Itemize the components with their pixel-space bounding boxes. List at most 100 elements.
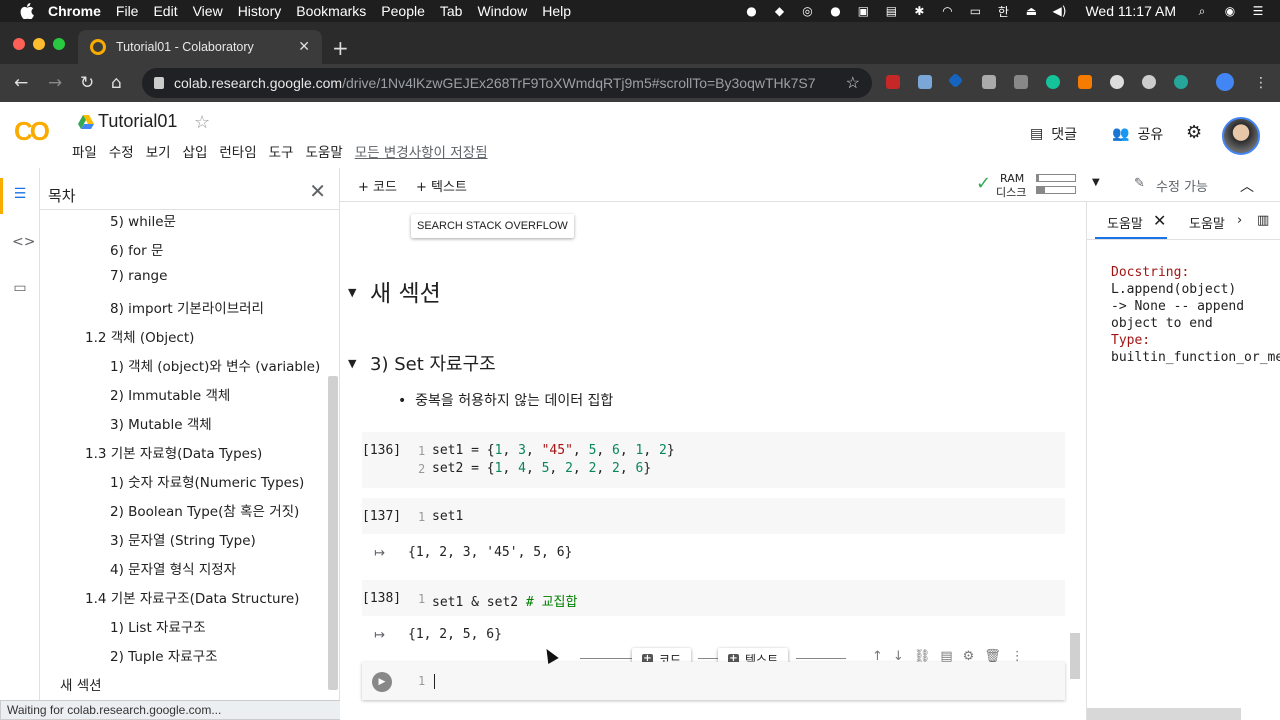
notification-icon[interactable]: ● [827, 4, 843, 18]
back-icon[interactable]: ← [14, 73, 28, 93]
toc-item[interactable]: 새 섹션 [60, 674, 102, 694]
toc-item[interactable]: 1.4 기본 자료구조(Data Structure) [85, 587, 299, 607]
toc-item[interactable]: 3) 문자열 (String Type) [110, 529, 256, 549]
menu-file-kr[interactable]: 파일 [72, 141, 97, 161]
star-icon[interactable]: ☆ [194, 112, 210, 133]
notebook-title[interactable]: Tutorial01 [98, 111, 177, 132]
menu-help[interactable]: Help [542, 3, 571, 19]
output-icon[interactable]: ↦ [374, 628, 385, 643]
chevron-down-icon[interactable]: ▼ [1092, 177, 1100, 188]
minimize-window-button[interactable] [33, 38, 45, 50]
extension-icon[interactable] [1014, 75, 1028, 89]
toc-item[interactable]: 1.3 기본 자료형(Data Types) [85, 442, 262, 462]
reload-icon[interactable]: ↻ [80, 73, 94, 93]
profile-icon[interactable] [1216, 73, 1234, 91]
bluetooth-icon[interactable]: ✱ [911, 4, 927, 18]
menu-runtime-kr[interactable]: 런타임 [219, 141, 256, 161]
home-icon[interactable]: ⌂ [111, 73, 122, 93]
input-source-icon[interactable]: 한 [995, 4, 1011, 19]
tab-help[interactable]: 도움말 [1095, 213, 1167, 239]
chevron-up-icon[interactable]: ︿ [1240, 176, 1254, 196]
collapse-subsection-icon[interactable]: ▼ [348, 357, 356, 370]
user-avatar[interactable] [1222, 117, 1260, 155]
toc-item[interactable]: 7) range [110, 268, 167, 284]
search-stack-overflow-button[interactable]: SEARCH STACK OVERFLOW [411, 214, 574, 238]
toc-item[interactable]: 4) 문자열 형식 지정자 [110, 558, 236, 578]
code-line[interactable]: set1 & set2 # 교집합 [432, 591, 577, 610]
eject-icon[interactable]: ⏏ [1023, 4, 1039, 18]
menu-insert-kr[interactable]: 삽입 [183, 141, 208, 161]
chevron-right-icon[interactable]: › [1237, 213, 1242, 228]
menu-window[interactable]: Window [477, 3, 527, 19]
menu-tools-kr[interactable]: 도구 [269, 141, 294, 161]
toc-item[interactable]: 5) while문 [110, 210, 176, 230]
comments-button[interactable]: ▤ 댓글 [1030, 124, 1077, 144]
toc-item[interactable]: 6) for 문 [110, 239, 163, 259]
toc-item[interactable]: 1) 객체 (object)와 변수 (variable) [110, 355, 320, 375]
extension-icon[interactable] [982, 75, 996, 89]
close-icon[interactable]: ✕ [309, 179, 326, 203]
wifi-icon[interactable]: ◠ [939, 4, 955, 18]
menu-edit-kr[interactable]: 수정 [109, 141, 134, 161]
run-cell-button[interactable]: ▶ [372, 672, 392, 692]
toc-item[interactable]: 2) Immutable 객체 [110, 384, 230, 404]
siri-icon[interactable]: ◉ [1222, 4, 1238, 18]
help-scrollbar[interactable] [1087, 708, 1241, 720]
menu-help-kr[interactable]: 도움말 [305, 141, 342, 161]
columns-icon[interactable]: ▥ [1257, 213, 1269, 228]
forward-icon[interactable]: → [48, 73, 62, 93]
code-line[interactable]: set1 = {1, 3, "45", 5, 6, 1, 2} [432, 443, 675, 458]
code-cell[interactable]: [137] 1 set1 [362, 498, 1065, 534]
toc-item[interactable]: 1.2 객체 (Object) [85, 326, 194, 346]
menubar-clock[interactable]: Wed 11:17 AM [1085, 3, 1176, 19]
extension-icon[interactable] [886, 75, 900, 89]
volume-icon[interactable]: ◀) [1051, 4, 1067, 18]
toc-item[interactable]: 3) Mutable 객체 [110, 413, 212, 433]
menu-view-kr[interactable]: 보기 [146, 141, 171, 161]
add-text-button[interactable]: + 텍스트 [416, 176, 467, 195]
menu-history[interactable]: History [238, 3, 282, 19]
lock-icon[interactable]: ▤ [883, 4, 899, 18]
tab-close-icon[interactable]: ✕ [298, 38, 310, 55]
close-window-button[interactable] [13, 38, 25, 50]
lock-icon[interactable] [154, 77, 164, 89]
edit-mode-button[interactable]: 수정 가능 [1156, 176, 1208, 195]
menu-bookmarks[interactable]: Bookmarks [296, 3, 366, 19]
app-icon[interactable]: ◎ [799, 4, 815, 18]
toc-item[interactable]: 2) Boolean Type(참 혹은 거짓) [110, 500, 299, 520]
menu-app-name[interactable]: Chrome [48, 3, 101, 19]
saved-status-link[interactable]: 모든 변경사항이 저장됨 [355, 141, 488, 161]
menu-people[interactable]: People [381, 3, 425, 19]
record-icon[interactable]: ● [743, 4, 759, 18]
search-icon[interactable]: ⌕ [1194, 4, 1210, 18]
chrome-menu-icon[interactable]: ⋮ [1254, 75, 1268, 91]
toc-item[interactable]: 8) import 기본라이브러리 [110, 297, 264, 317]
extension-icon[interactable] [1110, 75, 1124, 89]
tab-help-2[interactable]: 도움말 [1189, 213, 1225, 232]
extension-icon[interactable] [1174, 75, 1188, 89]
colab-logo[interactable]: CO [14, 116, 50, 147]
notebook-scrollbar[interactable] [1070, 633, 1080, 679]
toc-item[interactable]: 1) List 자료구조 [110, 616, 206, 636]
resource-monitor[interactable]: RAM 디스크 ▼ [996, 171, 1104, 199]
new-tab-icon[interactable]: + [332, 36, 349, 60]
add-code-button[interactable]: + 코드 [358, 176, 397, 195]
files-folder-icon[interactable]: ▭ [12, 280, 28, 296]
code-cell[interactable]: [138] 1 set1 & set2 # 교집합 [362, 580, 1065, 616]
output-icon[interactable]: ↦ [374, 546, 385, 561]
toc-scrollbar[interactable] [328, 376, 338, 690]
zoom-window-button[interactable] [53, 38, 65, 50]
toc-item[interactable]: 2) Tuple 자료구조 [110, 645, 218, 665]
toc-item[interactable]: 1) 숫자 자료형(Numeric Types) [110, 471, 304, 491]
table-of-contents-icon[interactable]: ☰ [12, 186, 28, 202]
list-icon[interactable]: ☰ [1250, 4, 1266, 18]
extension-icon[interactable] [1078, 75, 1092, 89]
close-icon[interactable]: ✕ [1153, 211, 1166, 230]
code-line[interactable]: set1 [432, 509, 463, 524]
menu-file[interactable]: File [116, 3, 139, 19]
share-button[interactable]: 👥 공유 [1112, 124, 1163, 144]
code-snippets-icon[interactable]: <> [12, 234, 35, 250]
camera-icon[interactable]: ▣ [855, 4, 871, 18]
apple-icon[interactable] [20, 3, 34, 19]
code-line[interactable]: set2 = {1, 4, 5, 2, 2, 2, 6} [432, 461, 651, 476]
